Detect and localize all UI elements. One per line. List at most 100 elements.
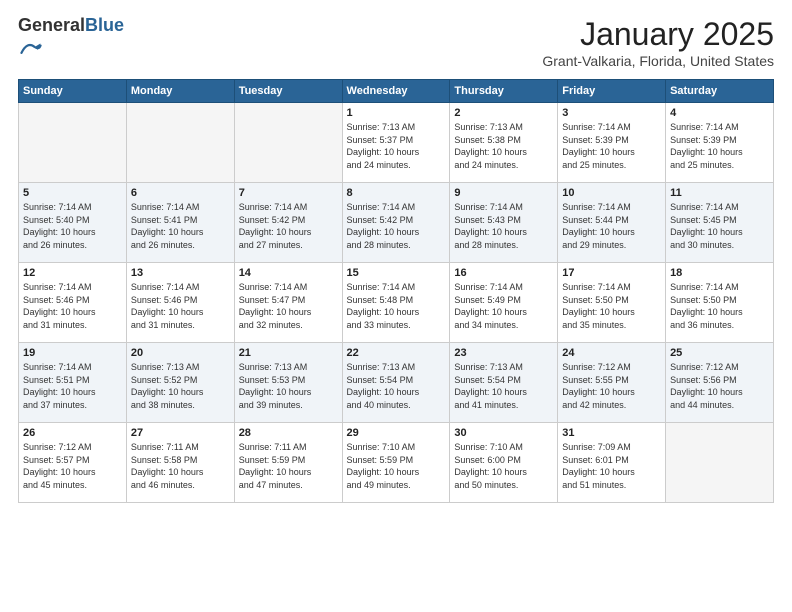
table-cell: 29Sunrise: 7:10 AM Sunset: 5:59 PM Dayli… <box>342 423 450 503</box>
day-info: Sunrise: 7:14 AM Sunset: 5:50 PM Dayligh… <box>562 281 661 331</box>
table-cell: 6Sunrise: 7:14 AM Sunset: 5:41 PM Daylig… <box>126 183 234 263</box>
table-cell: 28 Sunrise: 7:11 AM Sunset: 5:59 PM Dayli… <box>234 423 342 503</box>
header-wednesday: Wednesday <box>342 80 450 103</box>
day-info: Sunrise: 7:14 AM Sunset: 5:46 PM Dayligh… <box>131 281 230 331</box>
table-cell: 24 Sunrise: 7:12 AM Sunset: 5:55 PM Dayli… <box>558 343 666 423</box>
day-number: 25 <box>670 347 769 359</box>
day-number: 7 <box>239 187 338 199</box>
table-cell: 23Sunrise: 7:13 AM Sunset: 5:54 PM Dayli… <box>450 343 558 423</box>
header-sunday: Sunday <box>19 80 127 103</box>
table-cell: 15 Sunrise: 7:14 AM Sunset: 5:48 PM Dayli… <box>342 263 450 343</box>
day-info: Sunrise: 7:12 AM Sunset: 5:55 PM Dayligh… <box>562 361 661 411</box>
day-number: 2 <box>454 107 553 119</box>
table-cell: 12Sunrise: 7:14 AM Sunset: 5:46 PM Dayli… <box>19 263 127 343</box>
table-cell: 7 Sunrise: 7:14 AM Sunset: 5:42 PM Daylig… <box>234 183 342 263</box>
table-cell: 22Sunrise: 7:13 AM Sunset: 5:54 PM Dayli… <box>342 343 450 423</box>
table-cell: 1Sunrise: 7:13 AM Sunset: 5:37 PM Daylig… <box>342 103 450 183</box>
day-info: Sunrise: 7:14 AM Sunset: 5:39 PM Dayligh… <box>670 121 769 171</box>
day-number: 27 <box>131 427 230 439</box>
day-info: Sunrise: 7:14 AM Sunset: 5:43 PM Dayligh… <box>454 201 553 251</box>
header-thursday: Thursday <box>450 80 558 103</box>
logo-blue-text: Blue <box>85 15 124 35</box>
day-number: 14 <box>239 267 338 279</box>
day-number: 15 <box>347 267 446 279</box>
day-info: Sunrise: 7:14 AM Sunset: 5:51 PM Dayligh… <box>23 361 122 411</box>
day-info: Sunrise: 7:14 AM Sunset: 5:49 PM Dayligh… <box>454 281 553 331</box>
day-number: 18 <box>670 267 769 279</box>
day-number: 8 <box>347 187 446 199</box>
table-cell: 20Sunrise: 7:13 AM Sunset: 5:52 PM Dayli… <box>126 343 234 423</box>
calendar-subtitle: Grant-Valkaria, Florida, United States <box>542 53 774 69</box>
day-info: Sunrise: 7:11 AM Sunset: 5:59 PM Dayligh… <box>239 441 338 491</box>
table-cell <box>666 423 774 503</box>
table-cell: 30Sunrise: 7:10 AM Sunset: 6:00 PM Dayli… <box>450 423 558 503</box>
header: GeneralBlue January 2025 Grant-Valkaria,… <box>18 16 774 69</box>
day-info: Sunrise: 7:13 AM Sunset: 5:54 PM Dayligh… <box>347 361 446 411</box>
table-row: 1Sunrise: 7:13 AM Sunset: 5:37 PM Daylig… <box>19 103 774 183</box>
day-number: 5 <box>23 187 122 199</box>
table-cell: 17 Sunrise: 7:14 AM Sunset: 5:50 PM Dayli… <box>558 263 666 343</box>
table-row: 19 Sunrise: 7:14 AM Sunset: 5:51 PM Dayli… <box>19 343 774 423</box>
table-cell: 21 Sunrise: 7:13 AM Sunset: 5:53 PM Dayli… <box>234 343 342 423</box>
logo: GeneralBlue <box>18 16 124 63</box>
day-number: 17 <box>562 267 661 279</box>
day-number: 4 <box>670 107 769 119</box>
table-cell: 13Sunrise: 7:14 AM Sunset: 5:46 PM Dayli… <box>126 263 234 343</box>
header-row: Sunday Monday Tuesday Wednesday Thursday… <box>19 80 774 103</box>
day-info: Sunrise: 7:13 AM Sunset: 5:53 PM Dayligh… <box>239 361 338 411</box>
table-cell: 3Sunrise: 7:14 AM Sunset: 5:39 PM Daylig… <box>558 103 666 183</box>
table-cell: 16Sunrise: 7:14 AM Sunset: 5:49 PM Dayli… <box>450 263 558 343</box>
table-cell <box>126 103 234 183</box>
table-row: 26 Sunrise: 7:12 AM Sunset: 5:57 PM Dayli… <box>19 423 774 503</box>
day-info: Sunrise: 7:14 AM Sunset: 5:41 PM Dayligh… <box>131 201 230 251</box>
day-info: Sunrise: 7:14 AM Sunset: 5:40 PM Dayligh… <box>23 201 122 251</box>
table-cell: 11Sunrise: 7:14 AM Sunset: 5:45 PM Dayli… <box>666 183 774 263</box>
header-friday: Friday <box>558 80 666 103</box>
day-number: 26 <box>23 427 122 439</box>
calendar-title: January 2025 <box>542 16 774 53</box>
day-number: 21 <box>239 347 338 359</box>
header-saturday: Saturday <box>666 80 774 103</box>
table-cell: 8 Sunrise: 7:14 AM Sunset: 5:42 PM Daylig… <box>342 183 450 263</box>
day-info: Sunrise: 7:14 AM Sunset: 5:48 PM Dayligh… <box>347 281 446 331</box>
table-cell <box>19 103 127 183</box>
table-cell: 19 Sunrise: 7:14 AM Sunset: 5:51 PM Dayli… <box>19 343 127 423</box>
table-cell: 5 Sunrise: 7:14 AM Sunset: 5:40 PM Daylig… <box>19 183 127 263</box>
calendar-table: Sunday Monday Tuesday Wednesday Thursday… <box>18 79 774 503</box>
day-info: Sunrise: 7:14 AM Sunset: 5:50 PM Dayligh… <box>670 281 769 331</box>
table-cell: 18 Sunrise: 7:14 AM Sunset: 5:50 PM Dayli… <box>666 263 774 343</box>
day-number: 9 <box>454 187 553 199</box>
day-info: Sunrise: 7:14 AM Sunset: 5:46 PM Dayligh… <box>23 281 122 331</box>
day-info: Sunrise: 7:14 AM Sunset: 5:44 PM Dayligh… <box>562 201 661 251</box>
day-number: 20 <box>131 347 230 359</box>
day-info: Sunrise: 7:10 AM Sunset: 5:59 PM Dayligh… <box>347 441 446 491</box>
logo-general-text: General <box>18 15 85 35</box>
day-number: 28 <box>239 427 338 439</box>
table-cell: 25 Sunrise: 7:12 AM Sunset: 5:56 PM Dayli… <box>666 343 774 423</box>
table-cell: 14 Sunrise: 7:14 AM Sunset: 5:47 PM Dayli… <box>234 263 342 343</box>
day-info: Sunrise: 7:12 AM Sunset: 5:56 PM Dayligh… <box>670 361 769 411</box>
day-info: Sunrise: 7:14 AM Sunset: 5:42 PM Dayligh… <box>347 201 446 251</box>
logo-icon <box>20 36 42 58</box>
table-cell: 9 Sunrise: 7:14 AM Sunset: 5:43 PM Daylig… <box>450 183 558 263</box>
header-monday: Monday <box>126 80 234 103</box>
day-info: Sunrise: 7:14 AM Sunset: 5:42 PM Dayligh… <box>239 201 338 251</box>
day-info: Sunrise: 7:11 AM Sunset: 5:58 PM Dayligh… <box>131 441 230 491</box>
day-number: 24 <box>562 347 661 359</box>
table-cell <box>234 103 342 183</box>
day-info: Sunrise: 7:14 AM Sunset: 5:47 PM Dayligh… <box>239 281 338 331</box>
day-number: 1 <box>347 107 446 119</box>
day-number: 19 <box>23 347 122 359</box>
title-block: January 2025 Grant-Valkaria, Florida, Un… <box>542 16 774 69</box>
table-row: 12Sunrise: 7:14 AM Sunset: 5:46 PM Dayli… <box>19 263 774 343</box>
day-info: Sunrise: 7:12 AM Sunset: 5:57 PM Dayligh… <box>23 441 122 491</box>
day-info: Sunrise: 7:13 AM Sunset: 5:54 PM Dayligh… <box>454 361 553 411</box>
table-cell: 27 Sunrise: 7:11 AM Sunset: 5:58 PM Dayli… <box>126 423 234 503</box>
day-number: 10 <box>562 187 661 199</box>
table-cell: 10 Sunrise: 7:14 AM Sunset: 5:44 PM Dayli… <box>558 183 666 263</box>
day-number: 31 <box>562 427 661 439</box>
header-tuesday: Tuesday <box>234 80 342 103</box>
day-info: Sunrise: 7:13 AM Sunset: 5:38 PM Dayligh… <box>454 121 553 171</box>
table-cell: 26 Sunrise: 7:12 AM Sunset: 5:57 PM Dayli… <box>19 423 127 503</box>
day-number: 3 <box>562 107 661 119</box>
